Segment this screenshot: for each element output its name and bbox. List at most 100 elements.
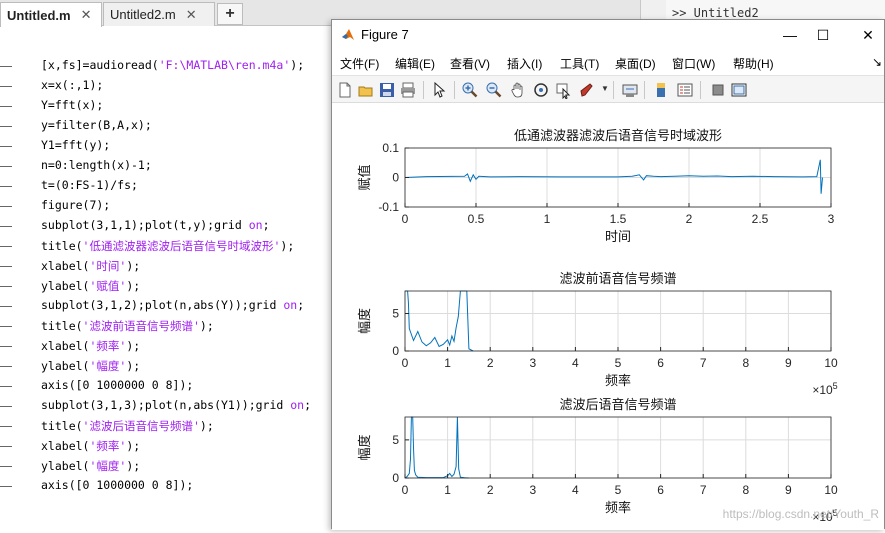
x-tick-label: 2 [487, 483, 494, 497]
hide-plot-tools-icon[interactable] [709, 81, 727, 99]
code-line[interactable]: t=(0:FS-1)/fs; [41, 178, 138, 192]
line-marker [0, 86, 12, 87]
code-line[interactable]: subplot(3,1,3);plot(n,abs(Y1));grid on; [41, 398, 311, 412]
code-line[interactable]: ylabel('幅度'); [41, 458, 140, 474]
rotate-3d-icon[interactable] [532, 81, 550, 99]
line-marker [0, 366, 12, 367]
tab-untitled[interactable]: Untitled.m ✕ [0, 2, 102, 27]
x-tick-label: 0 [402, 356, 409, 370]
y-tick-label: 0 [392, 471, 399, 485]
y-tick-label: 0 [392, 344, 399, 358]
code-line[interactable]: title('滤波后语音信号频谱'); [41, 418, 214, 434]
x-tick-label: 1 [444, 483, 451, 497]
tab-untitled2[interactable]: Untitled2.m ✕ [103, 2, 215, 26]
code-line[interactable]: title('低通滤波器滤波后语音信号时域波形'); [41, 238, 294, 254]
menu-tools[interactable]: 工具(T) [560, 55, 599, 72]
line-marker [0, 186, 12, 187]
menu-file[interactable]: 文件(F) [340, 55, 379, 72]
code-line[interactable]: xlabel('频率'); [41, 438, 140, 454]
x-exponent-label: ×105 [812, 381, 837, 397]
y-axis-label: 赋值 [357, 164, 373, 190]
x-tick-label: 1.5 [610, 212, 627, 226]
x-tick-label: 8 [742, 356, 749, 370]
line-marker [0, 106, 12, 107]
code-line[interactable]: figure(7); [41, 198, 110, 212]
x-tick-label: 7 [700, 356, 707, 370]
code-line[interactable]: subplot(3,1,1);plot(t,y);grid on; [41, 218, 270, 232]
code-line[interactable]: axis([0 1000000 0 8]); [41, 478, 193, 492]
link-plot-icon[interactable] [621, 81, 639, 99]
x-tick-label: 1 [444, 356, 451, 370]
x-tick-label: 0 [402, 483, 409, 497]
line-marker [0, 246, 12, 247]
code-line[interactable]: n=0:length(x)-1; [41, 158, 152, 172]
y-tick-label: 5 [392, 433, 399, 447]
menu-desktop[interactable]: 桌面(D) [615, 55, 656, 72]
line-marker [0, 166, 12, 167]
brush-icon[interactable] [579, 81, 597, 99]
x-tick-label: 10 [824, 483, 838, 497]
new-figure-icon[interactable] [336, 81, 354, 99]
line-marker [0, 66, 12, 67]
tab-label: Untitled.m [7, 7, 71, 23]
axes-title: 滤波后语音信号频谱 [559, 397, 676, 413]
y-tick-label: 0 [392, 171, 399, 185]
figure-titlebar[interactable]: Figure 7 — ☐ ✕ [332, 20, 884, 49]
menu-help[interactable]: 帮助(H) [733, 55, 774, 72]
brush-dropdown-icon[interactable]: ▼ [601, 84, 609, 93]
code-line[interactable]: x=x(:,1); [41, 78, 103, 92]
line-marker [0, 406, 12, 407]
show-plot-tools-icon[interactable] [730, 81, 748, 99]
code-line[interactable]: xlabel('时间'); [41, 258, 140, 274]
x-tick-label: 2 [487, 356, 494, 370]
close-button[interactable]: ✕ [853, 24, 883, 46]
code-line[interactable]: subplot(3,1,2);plot(n,abs(Y));grid on; [41, 298, 304, 312]
pan-hand-icon[interactable] [509, 81, 527, 99]
x-tick-label: 0.5 [468, 212, 485, 226]
axes-title: 低通滤波器滤波后语音信号时域波形 [514, 128, 722, 144]
code-line[interactable]: xlabel('频率'); [41, 338, 140, 354]
menu-view[interactable]: 查看(V) [450, 55, 490, 72]
code-line[interactable]: axis([0 1000000 0 8]); [41, 378, 193, 392]
line-marker [0, 326, 12, 327]
subplots-canvas[interactable]: 0 0.5 1 1.5 2 2.5 3-0.100.1低通滤波器滤波后语音信号时域波形时间赋… [332, 104, 884, 530]
zoom-out-icon[interactable] [485, 81, 503, 99]
code-line[interactable]: y=filter(B,A,x); [41, 118, 152, 132]
code-line[interactable]: [x,fs]=audioread('F:\MATLAB\ren.m4a'); [41, 58, 304, 72]
matlab-logo-icon [342, 29, 354, 40]
x-axis-label: 频率 [605, 373, 631, 389]
pointer-icon[interactable] [430, 81, 448, 99]
y-tick-label: 5 [392, 307, 399, 321]
code-line[interactable]: ylabel('赋值'); [41, 278, 140, 294]
command-prompt-text: >> Untitled2 [672, 6, 759, 20]
axes-title: 滤波前语音信号频谱 [559, 271, 676, 287]
menu-window[interactable]: 窗口(W) [672, 55, 715, 72]
save-icon[interactable] [378, 81, 396, 99]
x-tick-label: 4 [572, 356, 579, 370]
figure-window[interactable]: Figure 7 — ☐ ✕ 文件(F) 编辑(E) 查看(V) 插入(I) 工… [331, 19, 885, 530]
line-marker [0, 446, 12, 447]
x-tick-label: 10 [824, 356, 838, 370]
data-cursor-icon[interactable] [555, 81, 573, 99]
close-icon[interactable]: ✕ [186, 7, 197, 23]
code-line[interactable]: Y=fft(x); [41, 98, 103, 112]
x-axis-label: 频率 [605, 500, 631, 516]
code-line[interactable]: ylabel('幅度'); [41, 358, 140, 374]
colorbar-icon[interactable] [652, 81, 670, 99]
menu-edit[interactable]: 编辑(E) [395, 55, 435, 72]
code-line[interactable]: Y1=fft(y); [41, 138, 110, 152]
open-file-icon[interactable] [357, 81, 375, 99]
maximize-button[interactable]: ☐ [808, 24, 838, 46]
print-icon[interactable] [399, 81, 417, 99]
figure-plot-area[interactable]: 0 0.5 1 1.5 2 2.5 3 -0.1 0 0.1 低通滤波器滤波后语音信号时域波形 时间赋… [332, 104, 884, 530]
zoom-in-icon[interactable] [461, 81, 479, 99]
x-tick-label: 0 [402, 212, 409, 226]
close-icon[interactable]: ✕ [81, 7, 92, 23]
watermark: https://blog.csdn.net/Youth_R [722, 507, 879, 521]
code-line[interactable]: title('滤波前语音信号频谱'); [41, 318, 214, 334]
minimize-button[interactable]: — [775, 24, 805, 46]
menu-insert[interactable]: 插入(I) [507, 55, 542, 72]
dock-arrow-icon[interactable]: ↘ [872, 55, 882, 69]
legend-icon[interactable] [676, 81, 694, 99]
add-tab-button[interactable]: + [217, 3, 243, 25]
